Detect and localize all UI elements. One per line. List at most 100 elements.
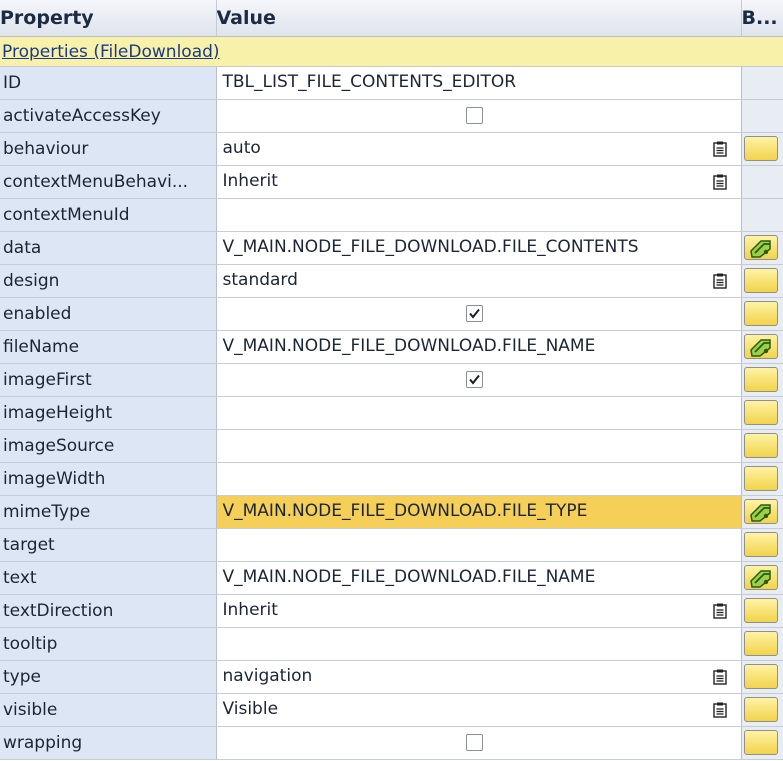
property-value-input[interactable]: V_MAIN.NODE_FILE_DOWNLOAD.FILE_NAME xyxy=(216,330,742,364)
binding-cell xyxy=(741,330,783,364)
property-value-input[interactable]: V_MAIN.NODE_FILE_DOWNLOAD.FILE_TYPE xyxy=(216,495,742,529)
property-value-cell[interactable] xyxy=(216,297,742,331)
property-value-input[interactable]: navigation xyxy=(216,660,742,694)
property-value-input[interactable]: TBL_LIST_FILE_CONTENTS_EDITOR xyxy=(216,66,742,100)
value-help-icon[interactable] xyxy=(712,669,727,685)
property-row[interactable]: enabled xyxy=(0,297,783,331)
property-name[interactable]: mimeType xyxy=(0,495,217,529)
property-row[interactable]: wrapping xyxy=(0,726,783,760)
binding-cell xyxy=(741,528,783,562)
binding-button[interactable] xyxy=(743,135,778,161)
binding-button[interactable] xyxy=(743,531,778,557)
value-checkbox[interactable] xyxy=(465,371,483,388)
value-help-icon[interactable] xyxy=(712,141,727,157)
property-value-input[interactable] xyxy=(216,627,742,661)
property-name[interactable]: imageFirst xyxy=(0,363,217,397)
binding-button[interactable] xyxy=(743,729,778,755)
property-row[interactable]: contextMenuBehavi... Inherit xyxy=(0,165,783,199)
property-value-input[interactable] xyxy=(216,429,742,463)
property-row[interactable]: textDirection Inherit xyxy=(0,594,783,628)
binding-button-bound[interactable] xyxy=(743,234,778,260)
property-row[interactable]: imageWidth xyxy=(0,462,783,496)
header-binding[interactable]: B... xyxy=(741,0,783,37)
binding-button[interactable] xyxy=(743,465,778,491)
property-value-input[interactable]: auto xyxy=(216,132,742,166)
group-row[interactable]: Properties (FileDownload) xyxy=(0,36,783,67)
property-value-input[interactable] xyxy=(216,528,742,562)
property-row[interactable]: visible Visible xyxy=(0,693,783,727)
property-name[interactable]: contextMenuId xyxy=(0,198,217,232)
property-value-input[interactable]: Visible xyxy=(216,693,742,727)
property-row[interactable]: ID TBL_LIST_FILE_CONTENTS_EDITOR xyxy=(0,66,783,100)
property-row[interactable]: fileName V_MAIN.NODE_FILE_DOWNLOAD.FILE_N… xyxy=(0,330,783,364)
property-name[interactable]: imageWidth xyxy=(0,462,217,496)
binding-button[interactable] xyxy=(743,300,778,326)
property-value-input[interactable]: V_MAIN.NODE_FILE_DOWNLOAD.FILE_NAME xyxy=(216,561,742,595)
property-name[interactable]: activateAccessKey xyxy=(0,99,217,133)
value-help-icon[interactable] xyxy=(712,603,727,619)
property-value-input[interactable] xyxy=(216,396,742,430)
property-value-input[interactable]: V_MAIN.NODE_FILE_DOWNLOAD.FILE_CONTENTS xyxy=(216,231,742,265)
value-checkbox[interactable] xyxy=(465,734,483,751)
value-help-icon[interactable] xyxy=(712,702,727,718)
binding-button[interactable] xyxy=(743,432,778,458)
binding-button-bound[interactable] xyxy=(743,498,778,524)
value-checkbox[interactable] xyxy=(465,305,483,322)
property-value-input[interactable]: Inherit xyxy=(216,165,742,199)
group-label[interactable]: Properties (FileDownload) xyxy=(2,38,220,66)
property-name[interactable]: behaviour xyxy=(0,132,217,166)
property-row[interactable]: imageFirst xyxy=(0,363,783,397)
property-name[interactable]: textDirection xyxy=(0,594,217,628)
binding-button[interactable] xyxy=(743,597,778,623)
property-value-input[interactable]: Inherit xyxy=(216,594,742,628)
binding-button-bound[interactable] xyxy=(743,333,778,359)
property-row[interactable]: text V_MAIN.NODE_FILE_DOWNLOAD.FILE_NAME xyxy=(0,561,783,595)
binding-button[interactable] xyxy=(743,366,778,392)
group-cell[interactable]: Properties (FileDownload) xyxy=(0,36,783,67)
property-value-cell[interactable] xyxy=(216,99,742,133)
property-row[interactable]: mimeType V_MAIN.NODE_FILE_DOWNLOAD.FILE_T… xyxy=(0,495,783,529)
binding-button-bound[interactable] xyxy=(743,564,778,590)
binding-button[interactable] xyxy=(743,630,778,656)
property-name[interactable]: imageSource xyxy=(0,429,217,463)
binding-cell xyxy=(741,594,783,628)
value-checkbox[interactable] xyxy=(465,107,483,124)
property-name[interactable]: enabled xyxy=(0,297,217,331)
property-value-input[interactable] xyxy=(216,198,742,232)
property-name[interactable]: type xyxy=(0,660,217,694)
property-row[interactable]: target xyxy=(0,528,783,562)
property-row[interactable]: activateAccessKey xyxy=(0,99,783,133)
property-name[interactable]: data xyxy=(0,231,217,265)
property-name[interactable]: visible xyxy=(0,693,217,727)
property-name[interactable]: text xyxy=(0,561,217,595)
property-name[interactable]: design xyxy=(0,264,217,298)
property-value-input[interactable] xyxy=(216,462,742,496)
header-value[interactable]: Value xyxy=(216,0,742,37)
property-name[interactable]: wrapping xyxy=(0,726,217,760)
binding-button[interactable] xyxy=(743,267,778,293)
binding-button[interactable] xyxy=(743,696,778,722)
property-row[interactable]: design standard xyxy=(0,264,783,298)
property-name[interactable]: fileName xyxy=(0,330,217,364)
property-name[interactable]: tooltip xyxy=(0,627,217,661)
property-value-cell[interactable] xyxy=(216,363,742,397)
property-name[interactable]: target xyxy=(0,528,217,562)
binding-button[interactable] xyxy=(743,399,778,425)
property-row[interactable]: data V_MAIN.NODE_FILE_DOWNLOAD.FILE_CONTE… xyxy=(0,231,783,265)
value-help-icon[interactable] xyxy=(712,273,727,289)
property-name[interactable]: ID xyxy=(0,66,217,100)
binding-button[interactable] xyxy=(743,663,778,689)
header-property[interactable]: Property xyxy=(0,0,217,37)
checkmark-icon xyxy=(468,308,480,319)
property-row[interactable]: contextMenuId xyxy=(0,198,783,232)
property-name[interactable]: contextMenuBehavi... xyxy=(0,165,217,199)
property-value-input[interactable]: standard xyxy=(216,264,742,298)
property-row[interactable]: imageSource xyxy=(0,429,783,463)
property-row[interactable]: behaviour auto xyxy=(0,132,783,166)
property-row[interactable]: tooltip xyxy=(0,627,783,661)
property-row[interactable]: type navigation xyxy=(0,660,783,694)
property-value-cell[interactable] xyxy=(216,726,742,760)
property-name[interactable]: imageHeight xyxy=(0,396,217,430)
property-row[interactable]: imageHeight xyxy=(0,396,783,430)
value-help-icon[interactable] xyxy=(712,174,727,190)
